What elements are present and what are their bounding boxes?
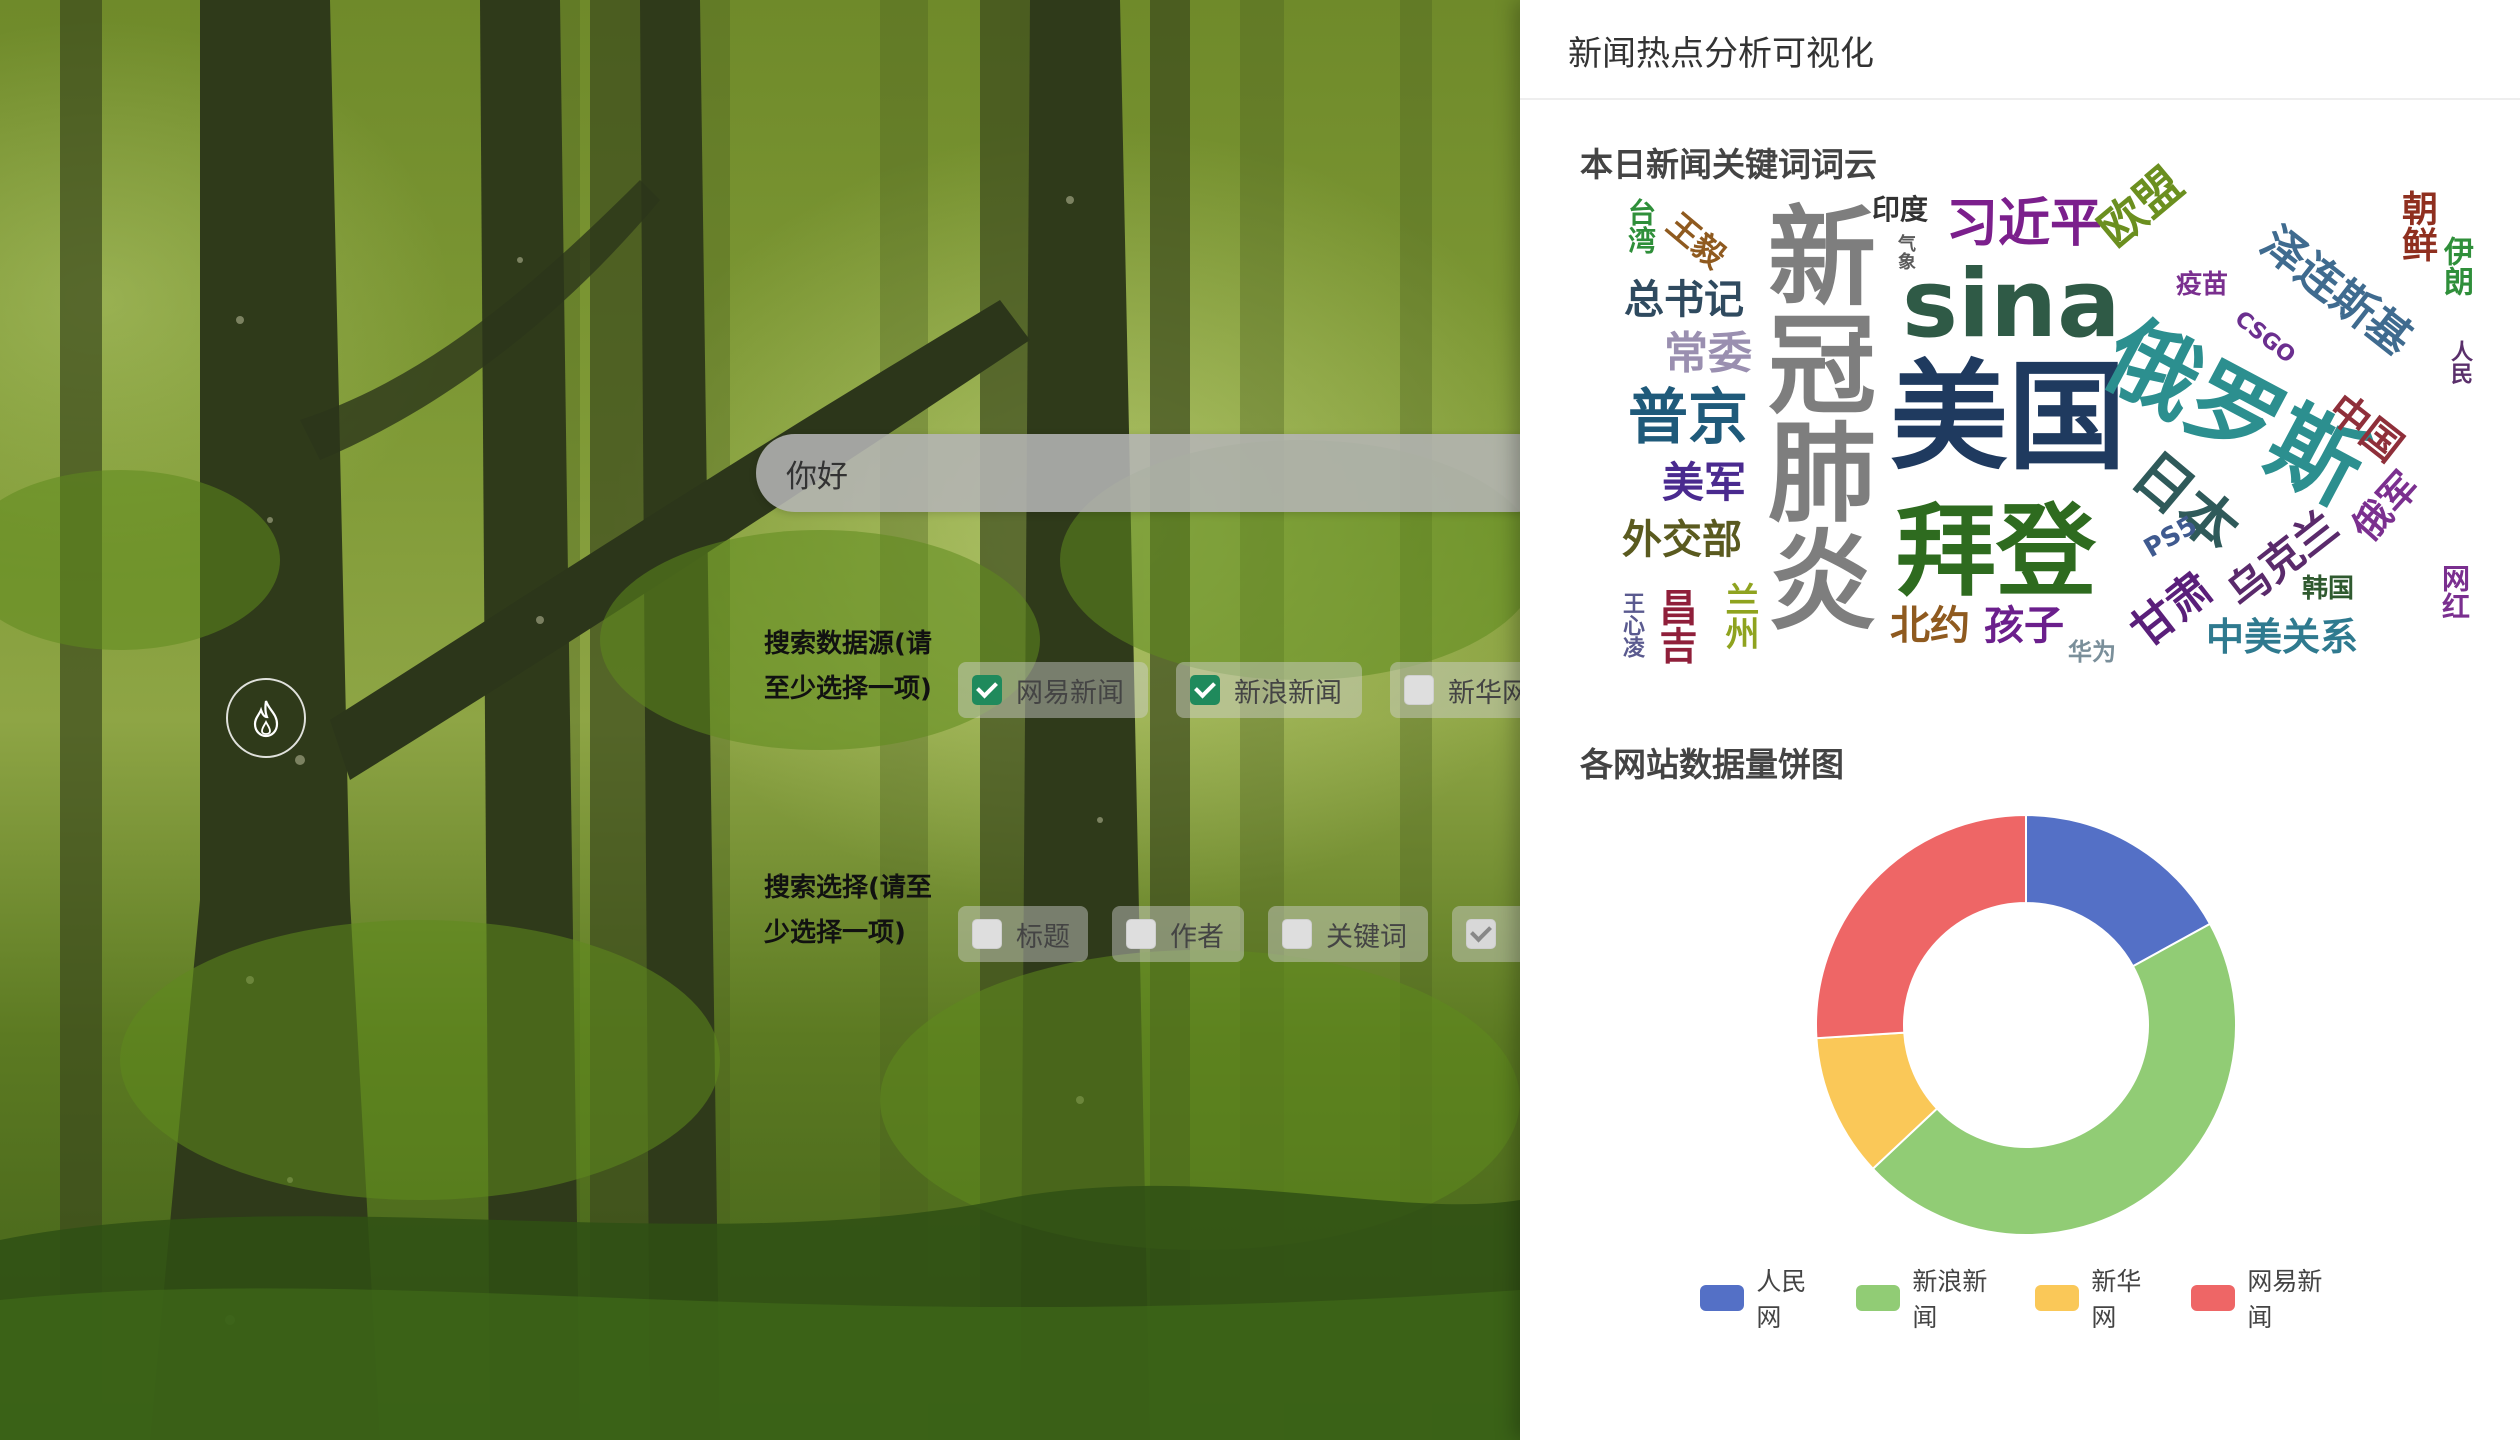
legend-label: 网易新闻 [2247, 1267, 2323, 1332]
pie-slices [1815, 813, 2237, 1236]
word-cloud-word: 孩子 [1984, 603, 2064, 649]
flame-icon-button[interactable] [226, 678, 306, 758]
legend-item-xinhua[interactable]: 新华网 [2035, 1262, 2161, 1334]
legend-label: 新华网 [2091, 1267, 2142, 1332]
checkbox-checked-icon[interactable] [1466, 919, 1496, 949]
word-cloud-word: 习近平 [1946, 194, 2103, 254]
checkbox-title[interactable]: 标题 [958, 906, 1088, 962]
checkbox-checked-icon[interactable] [972, 675, 1002, 705]
checkbox-label: 关键词 [1326, 921, 1407, 953]
panel-title: 新闻热点分析可视化 [1568, 34, 1874, 74]
word-cloud-word: 王心凌 [1619, 592, 1644, 658]
checkbox-label: 新浪新闻 [1234, 677, 1342, 709]
checkbox-sina-news[interactable]: 新浪新闻 [1176, 662, 1362, 718]
word-cloud-word: 拜登 [1896, 493, 2096, 610]
word-cloud-word: 总书记 [1624, 277, 1744, 323]
pie-legend: 人民网 新浪新闻 新华网 网易新闻 [1700, 1262, 2340, 1334]
legend-swatch [1700, 1285, 1745, 1311]
word-cloud-word: 新冠肺炎 [1750, 200, 1875, 632]
word-cloud-word: 人民 [2447, 340, 2472, 384]
checkbox-unchecked-icon[interactable] [1404, 675, 1434, 705]
checkbox-label: 新华网 [1448, 677, 1529, 709]
legend-item-sina[interactable]: 新浪新闻 [1855, 1262, 2005, 1334]
word-cloud-word: 兰州 [1719, 582, 1759, 650]
word-cloud-word: 韩国 [2302, 574, 2355, 604]
checkbox-netease-news[interactable]: 网易新闻 [958, 662, 1148, 718]
legend-label: 新浪新闻 [1912, 1267, 1988, 1332]
analysis-panel: 新闻热点分析可视化 本日新闻关键词词云 美国 sina 新冠肺炎 俄罗斯 拜登 … [1520, 0, 2520, 1440]
legend-swatch [1855, 1285, 1901, 1311]
word-cloud-word: 美军 [1662, 458, 1747, 507]
pie-slice-新浪新闻[interactable] [1871, 922, 2237, 1236]
checkbox-unchecked-icon[interactable] [1126, 919, 1156, 949]
checkbox-checked-icon[interactable] [1190, 675, 1220, 705]
word-cloud-word: 昌吉 [1653, 588, 1697, 664]
word-cloud-word: sina [1902, 250, 2121, 359]
checkbox-label: 标题 [1016, 921, 1070, 953]
word-cloud-word: 王毅 [1659, 205, 1733, 276]
word-cloud-word: 美国 [1890, 348, 2127, 486]
word-cloud-word: 欧盟 [2087, 156, 2194, 258]
word-cloud-word: 俄军 [2343, 463, 2428, 550]
word-cloud-word: 北约 [1890, 603, 1970, 649]
pie-slice-网易新闻[interactable] [1815, 813, 2027, 1040]
word-cloud-word: 疫苗 [2176, 270, 2229, 300]
checkbox-label: 作者 [1170, 921, 1224, 953]
word-cloud-word: 常委 [1664, 328, 1752, 379]
word-cloud-word: 华为 [2068, 638, 2116, 666]
checkbox-unchecked-icon[interactable] [972, 919, 1002, 949]
legend-label: 人民网 [1756, 1267, 1807, 1332]
word-cloud-word: 网红 [2438, 564, 2471, 620]
legend-swatch [2190, 1285, 2236, 1311]
word-cloud-word: 印度 [1872, 193, 1929, 226]
word-cloud-word: 台湾 [1624, 198, 1657, 254]
search-bar[interactable] [756, 434, 1556, 512]
checkbox-label: 网易新闻 [1016, 677, 1124, 709]
word-cloud-word: 伊朗 [2438, 236, 2473, 296]
search-input[interactable] [784, 442, 1488, 504]
wordcloud-title: 本日新闻关键词词云 [1580, 145, 1877, 184]
legend-swatch [2035, 1285, 2080, 1311]
field-group-label: 搜索选择(请至少选择一项) [764, 873, 932, 948]
checkbox-unchecked-icon[interactable] [1282, 919, 1312, 949]
panel-divider [1520, 98, 2520, 100]
word-cloud-word: 普京 [1628, 383, 1748, 453]
legend-item-netease[interactable]: 网易新闻 [2190, 1262, 2340, 1334]
word-cloud-word: 中美关系 [2206, 615, 2359, 659]
site-data-pie-chart [1815, 813, 2237, 1236]
word-cloud-word: 朝鲜 [2396, 190, 2437, 262]
checkbox-keyword[interactable]: 关键词 [1268, 906, 1428, 962]
keyword-wordcloud: 美国 sina 新冠肺炎 俄罗斯 拜登 习近平 日本 普京 外交部 总书记 常委… [1520, 157, 2520, 690]
source-group-label: 搜索数据源(请至少选择一项) [764, 629, 932, 704]
pie-chart-title: 各网站数据量饼图 [1580, 745, 1844, 784]
checkbox-author[interactable]: 作者 [1112, 906, 1244, 962]
word-cloud-word: 外交部 [1622, 517, 1742, 563]
legend-item-renmin[interactable]: 人民网 [1700, 1262, 1826, 1334]
word-cloud-word: PS5 [2139, 510, 2203, 565]
flame-icon [253, 700, 279, 738]
word-cloud-word: 气象 [1895, 234, 1916, 270]
